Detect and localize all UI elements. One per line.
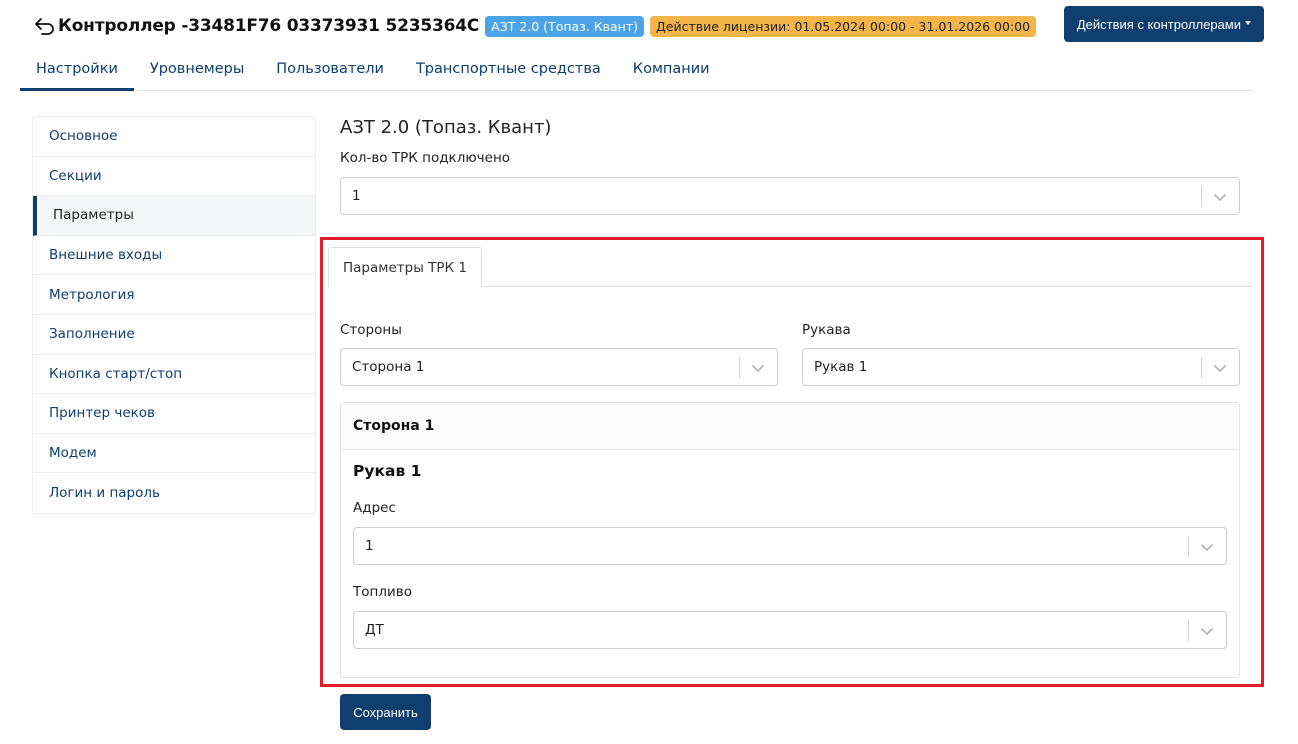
sides-select[interactable]: Сторона 1 xyxy=(340,348,778,386)
chevron-down-icon xyxy=(1214,194,1226,201)
caret-down-icon xyxy=(1245,21,1251,25)
chevron-down-icon xyxy=(1201,544,1213,551)
hoses-label: Рукава xyxy=(802,322,851,338)
side-card-header: Сторона 1 xyxy=(341,403,1239,450)
address-value: 1 xyxy=(365,538,374,554)
license-badge: Действие лицензии: 01.05.2024 00:00 - 31… xyxy=(650,15,1037,37)
sidebar-item-sections[interactable]: Секции xyxy=(33,157,315,197)
tab-users[interactable]: Пользователи xyxy=(260,54,400,91)
sidebar-item-login-password[interactable]: Логин и пароль xyxy=(33,473,315,513)
address-label: Адрес xyxy=(353,500,396,516)
chevron-down-icon xyxy=(1201,628,1213,635)
tab-companies[interactable]: Компании xyxy=(617,54,726,91)
settings-sidebar: Основное Секции Параметры Внешние входы … xyxy=(32,116,316,514)
select-separator xyxy=(739,357,740,378)
top-nav: Настройки Уровнемеры Пользователи Трансп… xyxy=(20,54,1253,91)
sidebar-item-filling[interactable]: Заполнение xyxy=(33,315,315,355)
select-separator xyxy=(1201,357,1202,378)
sidebar-item-parameters[interactable]: Параметры xyxy=(33,196,315,236)
sides-label: Стороны xyxy=(340,322,402,338)
hoses-select[interactable]: Рукав 1 xyxy=(802,348,1240,386)
sidebar-item-main[interactable]: Основное xyxy=(33,117,315,157)
address-select[interactable]: 1 xyxy=(353,527,1227,565)
controller-actions-button[interactable]: Действия с контроллерами xyxy=(1063,6,1264,42)
select-separator xyxy=(1188,536,1189,557)
fuel-value: ДТ xyxy=(365,622,384,638)
fuel-label: Топливо xyxy=(353,584,412,600)
controller-actions-label: Действия с контроллерами xyxy=(1076,16,1241,32)
tab-divider xyxy=(481,286,1252,287)
select-separator xyxy=(1201,186,1202,207)
sidebar-item-external-inputs[interactable]: Внешние входы xyxy=(33,236,315,276)
trk-count-label: Кол-во ТРК подключено xyxy=(340,150,511,166)
fuel-select[interactable]: ДТ xyxy=(353,611,1227,649)
section-title: АЗТ 2.0 (Топаз. Квант) xyxy=(340,117,552,138)
tab-level-gauges[interactable]: Уровнемеры xyxy=(134,54,260,91)
sidebar-item-modem[interactable]: Модем xyxy=(33,434,315,474)
hoses-value: Рукав 1 xyxy=(814,359,868,375)
hose-subheader: Рукав 1 xyxy=(353,462,422,480)
trk-count-value: 1 xyxy=(352,188,361,204)
page-header: Контроллер -33481F76 03373931 5235364C А… xyxy=(34,12,1037,40)
page-title: Контроллер -33481F76 03373931 5235364C xyxy=(58,16,480,36)
select-separator xyxy=(1188,620,1189,641)
tab-settings[interactable]: Настройки xyxy=(20,54,134,91)
chevron-down-icon xyxy=(752,365,764,372)
chevron-down-icon xyxy=(1214,365,1226,372)
sides-value: Сторона 1 xyxy=(352,359,425,375)
sidebar-item-start-stop-button[interactable]: Кнопка старт/стоп xyxy=(33,355,315,395)
tab-vehicles[interactable]: Транспортные средства xyxy=(400,54,617,91)
tab-trk-1-parameters[interactable]: Параметры ТРК 1 xyxy=(328,247,482,287)
trk-count-select[interactable]: 1 xyxy=(340,177,1240,215)
sidebar-item-metrology[interactable]: Метрология xyxy=(33,275,315,315)
sidebar-item-receipt-printer[interactable]: Принтер чеков xyxy=(33,394,315,434)
save-button[interactable]: Сохранить xyxy=(340,694,431,730)
controller-type-badge: АЗТ 2.0 (Топаз. Квант) xyxy=(485,15,645,37)
back-arrow-icon[interactable] xyxy=(34,15,56,37)
